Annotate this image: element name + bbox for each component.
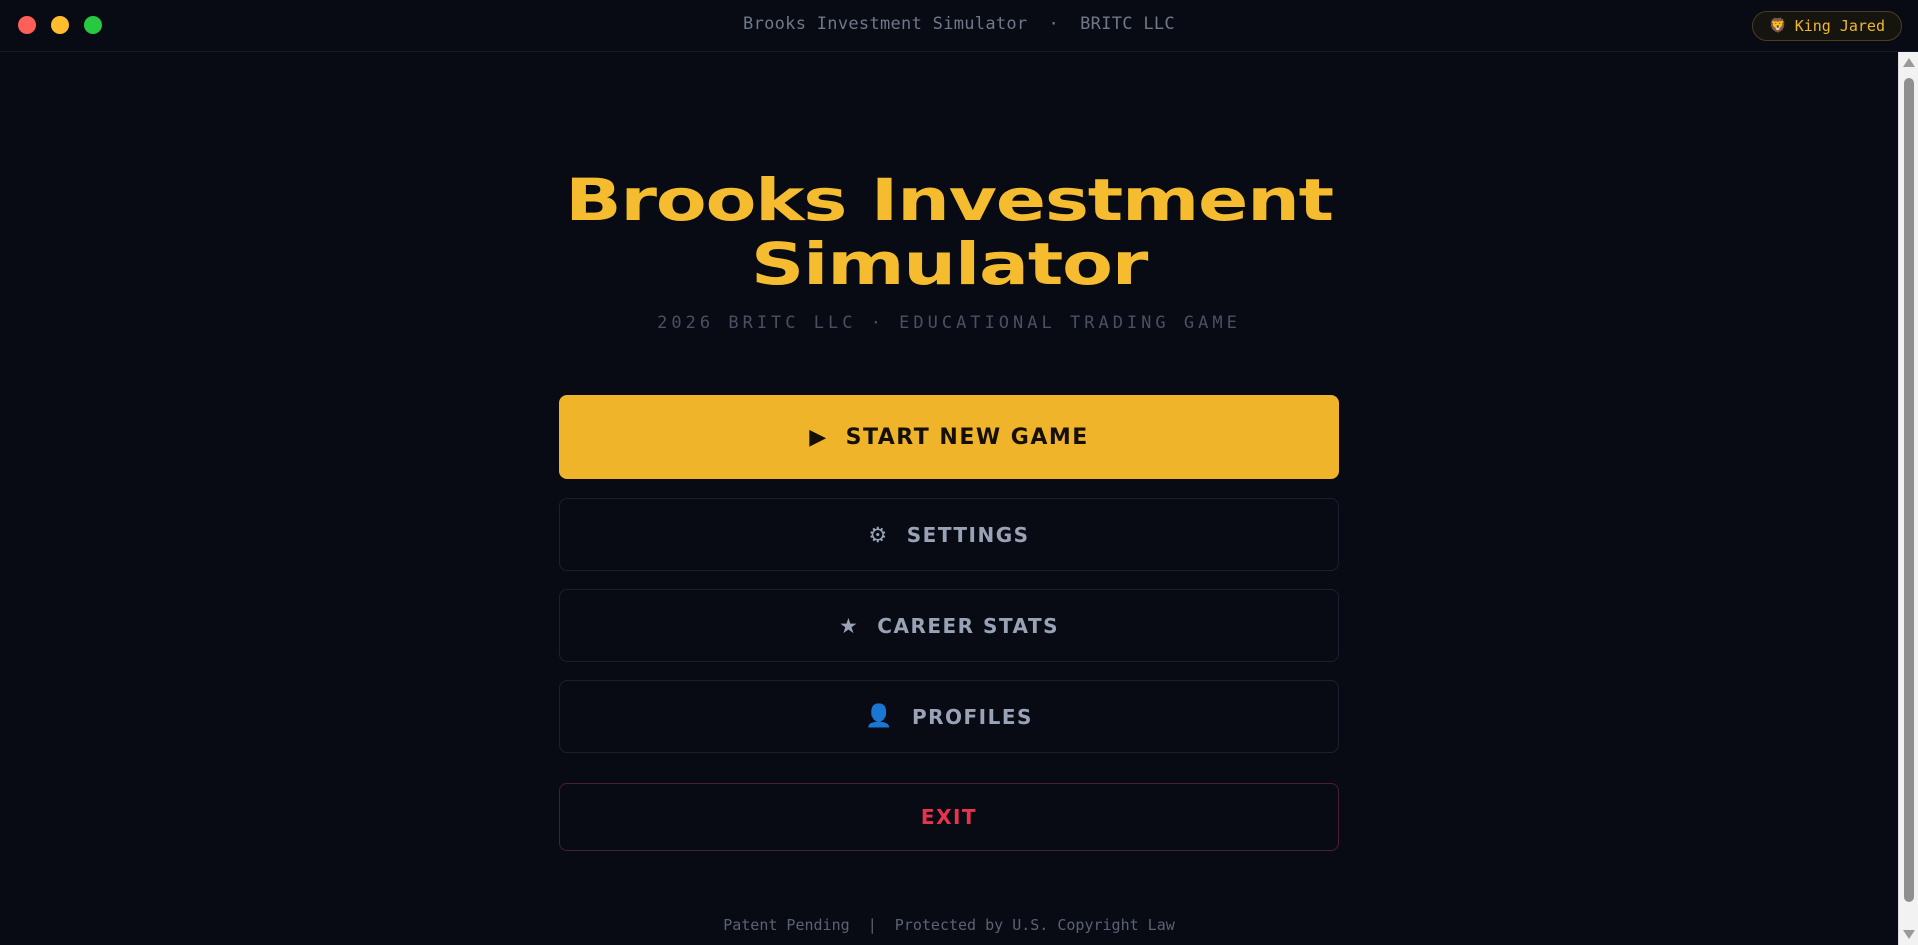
play-icon: ▶ (809, 424, 828, 450)
profiles-button[interactable]: 👤 PROFILES (559, 680, 1339, 753)
exit-button[interactable]: EXIT (559, 783, 1339, 851)
title-bar: Brooks Investment Simulator · BRITC LLC … (0, 0, 1918, 52)
app-window: Brooks Investment Simulator · BRITC LLC … (0, 0, 1918, 945)
vertical-scrollbar[interactable] (1898, 52, 1918, 945)
start-new-game-label: START NEW GAME (845, 424, 1089, 450)
game-title-line-2: Simulator (750, 230, 1149, 298)
gear-icon: ⚙ (868, 522, 889, 547)
footer-legal-text: Patent Pending | Protected by U.S. Copyr… (723, 916, 1175, 934)
profiles-label: PROFILES (911, 704, 1033, 729)
scrollbar-thumb[interactable] (1904, 78, 1914, 902)
settings-label: SETTINGS (906, 522, 1030, 547)
start-new-game-button[interactable]: ▶ START NEW GAME (559, 395, 1339, 479)
person-icon: 👤 (865, 704, 894, 729)
subtitle: 2026 BRITC LLC · EDUCATIONAL TRADING GAM… (657, 313, 1241, 333)
user-profile-badge[interactable]: 🦁 King Jared (1752, 11, 1902, 41)
star-icon: ★ (838, 613, 860, 638)
scroll-up-arrow-icon[interactable] (1903, 58, 1915, 67)
main-menu: Brooks Investment Simulator 2026 BRITC L… (0, 52, 1898, 945)
career-stats-button[interactable]: ★ CAREER STATS (559, 589, 1339, 662)
career-stats-label: CAREER STATS (877, 613, 1060, 638)
lion-icon: 🦁 (1769, 18, 1787, 34)
user-name: King Jared (1794, 17, 1885, 35)
game-title-line-1: Brooks Investment (565, 166, 1334, 234)
exit-label: EXIT (920, 805, 978, 829)
game-title: Brooks Investment Simulator (0, 168, 1918, 296)
window-title: Brooks Investment Simulator · BRITC LLC (743, 14, 1175, 34)
settings-button[interactable]: ⚙ SETTINGS (559, 498, 1339, 571)
scroll-down-arrow-icon[interactable] (1903, 930, 1915, 939)
